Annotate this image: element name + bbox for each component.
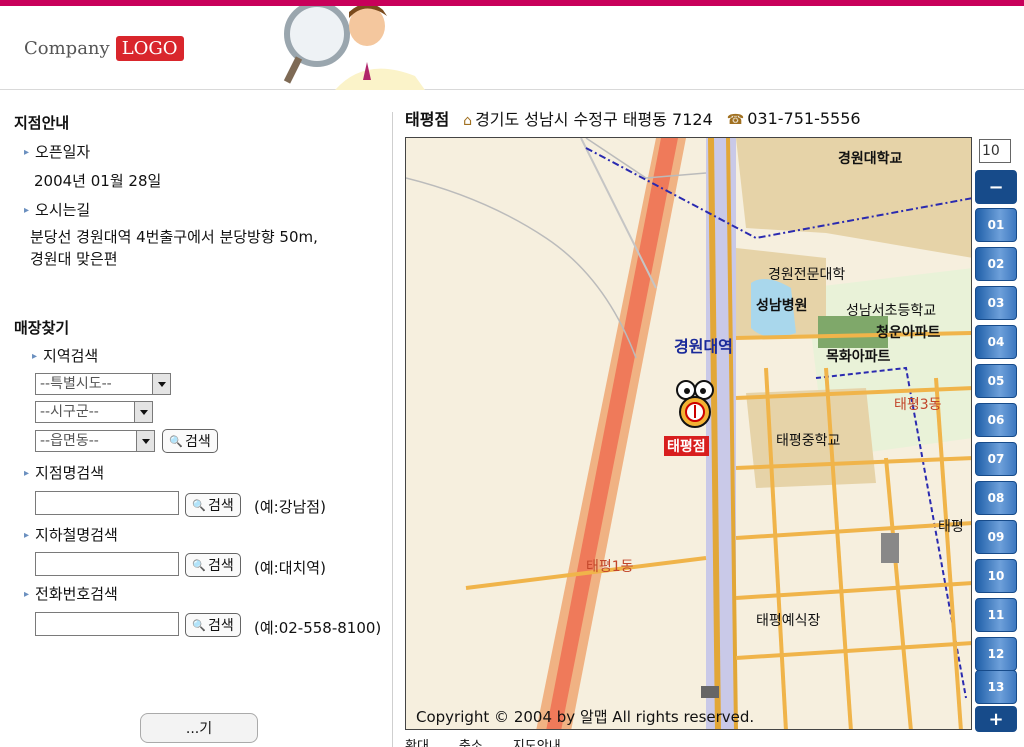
poi-taepyeong[interactable]: 태평: [938, 516, 964, 536]
zoom-level-10[interactable]: 10: [975, 559, 1017, 593]
company-logo[interactable]: Company LOGO: [24, 36, 184, 61]
magnifier-mascot-illustration: [283, 6, 425, 90]
store-phone: 031-751-5556: [747, 108, 861, 128]
region-search-label: 지역검색: [32, 345, 98, 366]
poi-mokhwa-apartment[interactable]: 목화아파트: [826, 346, 890, 366]
store-info-bar: 태평점 ⌂ 경기도 성남시 수정구 태평동 7124 ☎ 031-751-5556: [405, 106, 861, 130]
branch-name-search-button-label: 검색: [207, 498, 234, 514]
zoom-level-01[interactable]: 01: [975, 208, 1017, 242]
zoom-level-08[interactable]: 08: [975, 481, 1017, 515]
home-icon: ⌂: [463, 113, 473, 129]
branch-name-search-label: 지점명검색: [24, 462, 104, 483]
zoom-level-input[interactable]: 10: [979, 139, 1011, 163]
zoom-level-04[interactable]: 04: [975, 325, 1017, 359]
town-select-value: --읍면동--: [40, 433, 99, 449]
zoom-level-12[interactable]: 12: [975, 637, 1017, 671]
search-icon: 🔍: [192, 498, 206, 512]
store-location-icon: [676, 380, 714, 428]
district-select[interactable]: --시구군--: [35, 401, 153, 423]
chevron-down-icon[interactable]: [136, 431, 154, 451]
phone-search-label: 전화번호검색: [24, 583, 118, 604]
directions-line-2: 경원대 맞은편: [30, 250, 118, 268]
phone-search-button-label: 검색: [207, 618, 234, 634]
map-base: [406, 138, 971, 729]
phone-search-button[interactable]: 🔍 검색: [185, 613, 241, 637]
zoom-in-button[interactable]: +: [975, 706, 1017, 732]
search-icon: 🔍: [192, 618, 206, 632]
zoom-level-07[interactable]: 07: [975, 442, 1017, 476]
bottom-button-label: ...기: [185, 721, 213, 737]
chevron-down-icon[interactable]: [152, 374, 170, 394]
subway-search-button-label: 검색: [207, 558, 234, 574]
open-date-label: 오픈일자: [24, 141, 90, 162]
region-search-button[interactable]: 🔍 검색: [162, 429, 218, 453]
poi-seongnam-hospital[interactable]: 성남병원: [756, 295, 808, 315]
phone-input[interactable]: [35, 612, 179, 636]
branch-name-search-button[interactable]: 🔍 검색: [185, 493, 241, 517]
map-info-tool[interactable]: 지도안내: [513, 735, 561, 747]
poi-cheongun-apartment[interactable]: 청운아파트: [876, 322, 940, 342]
sidebar: 지점안내 오픈일자 2004년 01월 28일 오시는길 분당선 경원대역 4번…: [0, 90, 392, 747]
store-marker-label[interactable]: 태평점: [664, 436, 709, 456]
subway-example: (예:대치역): [254, 559, 326, 577]
store-search-title: 매장찾기: [14, 319, 70, 337]
zoom-level-03[interactable]: 03: [975, 286, 1017, 320]
branch-name-input[interactable]: [35, 491, 179, 515]
zoom-control: − 01 02 03 04 05 06 07 08 09 10 11 12 13…: [975, 170, 1017, 732]
town-select[interactable]: --읍면동--: [35, 430, 155, 452]
search-icon: 🔍: [192, 558, 206, 572]
subway-search-label: 지하철명검색: [24, 524, 118, 545]
chevron-down-icon[interactable]: [134, 402, 152, 422]
zoom-out-button[interactable]: −: [975, 170, 1017, 204]
poi-seongnam-elementary[interactable]: 성남서초등학교: [846, 300, 936, 320]
city-select-value: --특별시도--: [40, 376, 112, 392]
poi-gyeongwon-college[interactable]: 경원전문대학: [768, 264, 845, 284]
zoom-level-09[interactable]: 09: [975, 520, 1017, 554]
directions-label: 오시는길: [24, 199, 90, 220]
store-name: 태평점: [405, 110, 450, 129]
poi-taepyeong-middle-school[interactable]: 태평중학교: [776, 430, 840, 450]
address-group: ⌂ 경기도 성남시 수정구 태평동 7124: [463, 106, 713, 130]
search-icon: 🔍: [169, 434, 183, 448]
subway-input[interactable]: [35, 552, 179, 576]
poi-gyeongwon-university[interactable]: 경원대학교: [838, 148, 902, 168]
poi-gyeongwon-station[interactable]: 경원대역: [674, 333, 733, 357]
branch-name-example: (예:강남점): [254, 498, 326, 516]
area-taepyeong-1dong: 태평1동: [586, 559, 634, 575]
phone-icon: ☎: [726, 111, 745, 128]
directions-line-1: 분당선 경원대역 4번출구에서 분당방향 50m,: [30, 228, 318, 246]
store-marker[interactable]: [668, 378, 722, 430]
subway-search-button[interactable]: 🔍 검색: [185, 553, 241, 577]
city-select[interactable]: --특별시도--: [35, 373, 171, 395]
map-view[interactable]: 경원대학교 경원전문대학 성남병원 성남서초등학교 청운아파트 목화아파트 경원…: [405, 137, 972, 730]
branch-info-title: 지점안내: [14, 114, 70, 132]
bottom-button[interactable]: ...기: [140, 713, 258, 743]
phone-example: (예:02-558-8100): [254, 619, 382, 637]
map-toolbar: 확대 축소 지도안내: [405, 735, 561, 747]
zoom-level-05[interactable]: 05: [975, 364, 1017, 398]
zoom-level-11[interactable]: 11: [975, 598, 1017, 632]
phone-group: ☎ 031-751-5556: [727, 109, 861, 128]
poi-taepyeong-wedding-hall[interactable]: 태평예식장: [756, 610, 820, 630]
column-divider: [392, 112, 393, 747]
zoom-level-06[interactable]: 06: [975, 403, 1017, 437]
region-search-button-label: 검색: [184, 434, 211, 450]
map-copyright: Copyright © 2004 by 알맵 All rights reserv…: [416, 708, 755, 726]
open-date-value: 2004년 01월 28일: [34, 172, 162, 190]
logo-company-text: Company: [24, 38, 110, 59]
zoom-level-13[interactable]: 13: [975, 670, 1017, 704]
district-select-value: --시구군--: [40, 404, 99, 420]
map-zoom-in-tool[interactable]: 확대: [405, 735, 429, 747]
map-zoom-out-tool[interactable]: 축소: [459, 735, 483, 747]
logo-box-text: LOGO: [115, 36, 184, 61]
store-address: 경기도 성남시 수정구 태평동 7124: [475, 110, 713, 129]
area-taepyeong-3dong: 태평3동: [894, 397, 942, 413]
header: Company LOGO: [0, 6, 1024, 90]
zoom-level-02[interactable]: 02: [975, 247, 1017, 281]
